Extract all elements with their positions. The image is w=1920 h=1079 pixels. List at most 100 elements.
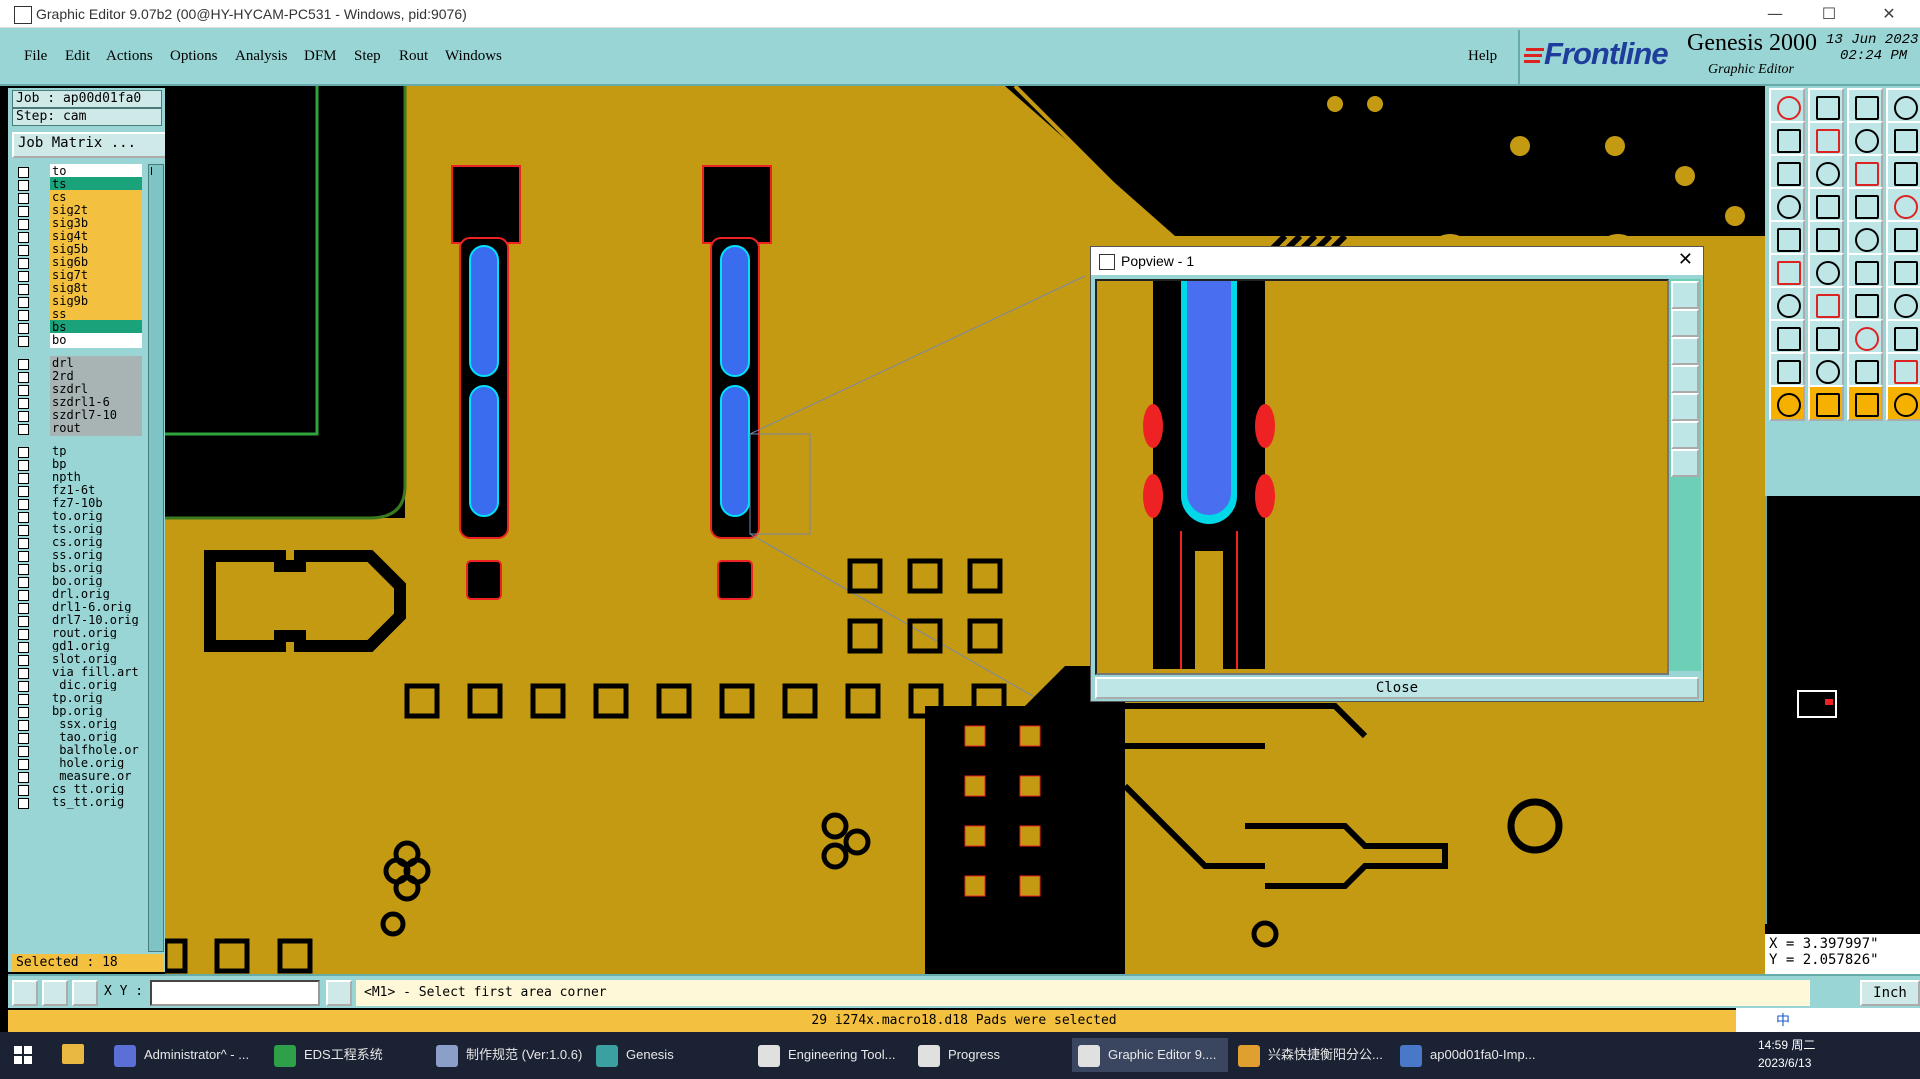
measure-icon[interactable]	[1847, 220, 1883, 256]
triangle-3-icon[interactable]	[1847, 352, 1883, 388]
menu-options[interactable]: Options	[170, 48, 218, 65]
taskbar-item[interactable]: Graphic Editor 9....	[1072, 1038, 1228, 1072]
pan-right-icon[interactable]	[1808, 121, 1844, 157]
help-icon[interactable]	[1886, 154, 1920, 190]
add-line-icon[interactable]	[1769, 253, 1805, 289]
menu-file[interactable]: File	[24, 48, 47, 65]
pointer-1-icon[interactable]	[1769, 385, 1805, 421]
zoom-in-icon[interactable]	[1769, 154, 1805, 190]
job-matrix-button[interactable]: Job Matrix ...	[12, 132, 170, 158]
circle-icon[interactable]	[1886, 220, 1920, 256]
home-icon[interactable]	[1769, 88, 1805, 124]
popview-pan-left-icon[interactable]	[1671, 365, 1699, 393]
fill-icon[interactable]	[1886, 286, 1920, 322]
zoom-out-icon[interactable]	[1808, 154, 1844, 190]
cut-line-icon[interactable]	[1769, 286, 1805, 322]
cursor-mode-icon[interactable]	[326, 980, 352, 1006]
layer-checkbox[interactable]	[18, 424, 29, 435]
layer-row[interactable]: rout	[12, 421, 142, 437]
maximize-button[interactable]: ☐	[1806, 2, 1852, 26]
triangle-2-icon[interactable]	[1808, 352, 1844, 388]
undo-arc-icon[interactable]	[1847, 286, 1883, 322]
taskbar-item[interactable]: Administrator^ - ...	[108, 1038, 264, 1072]
zoom-level-icon[interactable]	[1886, 121, 1920, 157]
ime-toolbar[interactable]: 中	[1736, 1008, 1920, 1032]
triangle-4-icon[interactable]	[1886, 352, 1920, 388]
cross-select-icon[interactable]	[1847, 187, 1883, 223]
file-explorer-icon[interactable]	[62, 1044, 84, 1064]
taskbar-item[interactable]: Engineering Tool...	[752, 1038, 908, 1072]
snap-icon[interactable]	[1769, 187, 1805, 223]
layer-copy-icon[interactable]	[1886, 88, 1920, 124]
close-window-button[interactable]: ✕	[1866, 2, 1912, 26]
flag-select-icon[interactable]	[1769, 319, 1805, 355]
layer-down-icon[interactable]	[1847, 88, 1883, 124]
slash-icon[interactable]	[1808, 286, 1844, 322]
layer-name[interactable]: ts_tt.orig	[50, 795, 142, 810]
arc-icon[interactable]	[1808, 220, 1844, 256]
popview-fit-icon[interactable]	[1671, 421, 1699, 449]
triangle-1-icon[interactable]	[1769, 352, 1805, 388]
pointer-2-icon[interactable]	[1808, 385, 1844, 421]
taskbar-item[interactable]: 制作规范 (Ver:1.0.6)	[430, 1038, 586, 1072]
popview-close-icon[interactable]: ✕	[1678, 249, 1693, 270]
zoom-window-icon[interactable]	[1847, 121, 1883, 157]
ratio-icon[interactable]	[1847, 154, 1883, 190]
line-select-glyph	[1816, 327, 1840, 351]
xy-input[interactable]	[150, 980, 320, 1006]
move-icon[interactable]	[1808, 253, 1844, 289]
taskbar-item[interactable]: ap00d01fa0-Imp...	[1394, 1038, 1550, 1072]
triangle-1-glyph	[1777, 360, 1801, 384]
measure-icon[interactable]	[42, 980, 68, 1006]
popview-pan-down-icon[interactable]	[1671, 337, 1699, 365]
taskbar-item[interactable]: EDS工程系统	[268, 1038, 424, 1072]
taskbar-item[interactable]: Progress	[912, 1038, 1068, 1072]
layer-row[interactable]: ts_tt.orig	[12, 795, 142, 811]
overview-viewport-box[interactable]	[1797, 690, 1837, 718]
pan-left-icon[interactable]	[1769, 121, 1805, 157]
grid-icon[interactable]	[72, 980, 98, 1006]
overview-map[interactable]	[1765, 496, 1920, 924]
taskbar-item[interactable]: 兴森快捷衡阳分公...	[1232, 1038, 1388, 1072]
taskbar-item[interactable]: Genesis	[590, 1038, 746, 1072]
layer-checkbox[interactable]	[18, 798, 29, 809]
line-select-icon[interactable]	[1808, 319, 1844, 355]
copy-icon[interactable]	[1886, 319, 1920, 355]
menu-rout[interactable]: Rout	[399, 48, 428, 65]
popview-close-button[interactable]: Close	[1095, 677, 1699, 699]
pad-icon[interactable]	[1769, 220, 1805, 256]
snap-icon[interactable]	[12, 980, 38, 1006]
start-icon[interactable]	[14, 1046, 32, 1064]
menu-actions[interactable]: Actions	[106, 48, 153, 65]
menu-help[interactable]: Help	[1468, 48, 1497, 65]
grid-icon[interactable]	[1808, 187, 1844, 223]
popview-pan-up-icon[interactable]	[1671, 309, 1699, 337]
menu-analysis[interactable]: Analysis	[235, 48, 288, 65]
ime-mode[interactable]: 中	[1776, 1010, 1790, 1030]
edit-line-icon[interactable]	[1886, 253, 1920, 289]
system-clock[interactable]: 14:59 周二 2023/6/13	[1758, 1036, 1815, 1072]
popview-pan-right-icon[interactable]	[1671, 393, 1699, 421]
layer-name[interactable]: rout	[50, 421, 142, 436]
layer-checkbox[interactable]	[18, 336, 29, 347]
box-select-icon[interactable]	[1847, 319, 1883, 355]
layer-list-scrollbar[interactable]	[148, 164, 164, 952]
layer-up-icon[interactable]	[1808, 88, 1844, 124]
popview-center-icon[interactable]	[1671, 449, 1699, 477]
menu-dfm[interactable]: DFM	[304, 48, 337, 65]
popview-viewport[interactable]	[1095, 279, 1669, 675]
pointer-4-icon[interactable]	[1886, 385, 1920, 421]
menu-step[interactable]: Step	[354, 48, 381, 65]
minimize-button[interactable]: —	[1752, 2, 1798, 26]
layer-row[interactable]: bo	[12, 333, 142, 349]
scroll-up-icon[interactable]	[151, 167, 160, 175]
menu-windows[interactable]: Windows	[445, 48, 502, 65]
taskbar-item-label: 制作规范 (Ver:1.0.6)	[466, 1047, 583, 1062]
pointer-3-icon[interactable]	[1847, 385, 1883, 421]
unit-selector[interactable]: Inch	[1860, 980, 1920, 1006]
menu-edit[interactable]: Edit	[65, 48, 90, 65]
popview-zoom-icon[interactable]	[1671, 281, 1699, 309]
node-icon[interactable]	[1847, 253, 1883, 289]
layer-name[interactable]: bo	[50, 333, 142, 348]
cross-select-2-icon[interactable]	[1886, 187, 1920, 223]
